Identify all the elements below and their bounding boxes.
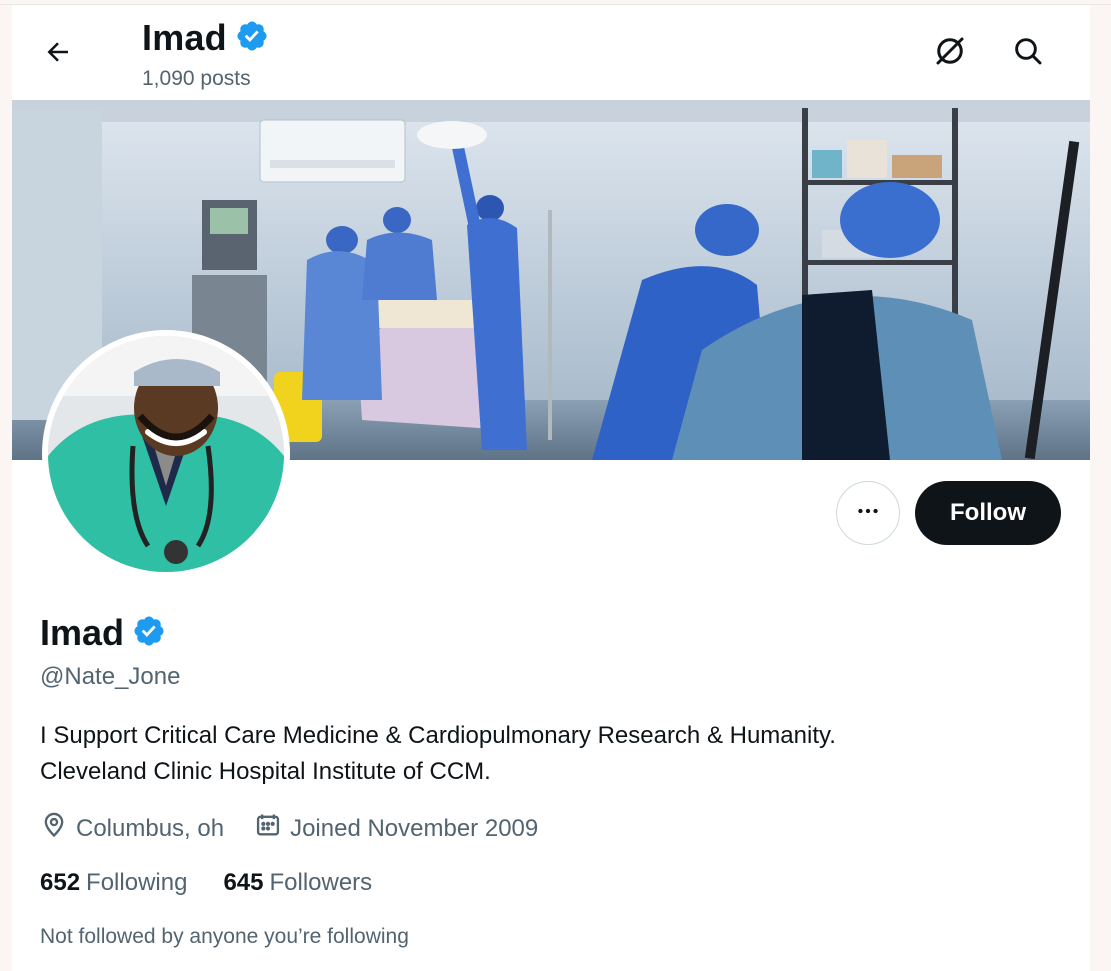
profile-name-row: Imad	[40, 612, 166, 654]
profile-stats: 652 Following 645 Followers	[40, 869, 408, 897]
avatar[interactable]	[42, 330, 290, 578]
header-title: Imad	[142, 17, 269, 59]
bio-line-2: Cleveland Clinic Hospital Institute of C…	[40, 758, 491, 785]
search-button[interactable]	[1004, 29, 1052, 77]
more-options-button[interactable]	[836, 481, 900, 545]
profile-location: Columbus, oh	[40, 811, 224, 846]
follow-button[interactable]: Follow	[915, 481, 1061, 545]
profile-bio: I Support Critical Care Medicine & Cardi…	[40, 718, 1040, 790]
more-horizontal-icon	[855, 498, 881, 529]
header-post-count: 1,090 posts	[142, 67, 251, 90]
profile-joined: Joined November 2009	[254, 811, 538, 846]
search-icon	[1012, 35, 1044, 72]
profile-page: Imad 1,090 posts Follow Imad @Nate_Jone …	[12, 5, 1090, 971]
following-link[interactable]: 652 Following	[40, 869, 187, 897]
profile-meta: Columbus, oh Joined November 2009	[40, 811, 568, 846]
subscribe-button[interactable]	[926, 29, 974, 77]
location-pin-icon	[40, 811, 68, 846]
calendar-icon	[254, 811, 282, 846]
no-notifications-icon	[932, 33, 968, 74]
bio-line-1: I Support Critical Care Medicine & Cardi…	[40, 722, 836, 749]
profile-handle: @Nate_Jone	[40, 663, 181, 690]
mutuals-note: Not followed by anyone you’re following	[40, 925, 409, 948]
location-text: Columbus, oh	[76, 814, 225, 842]
header-name: Imad	[142, 17, 227, 58]
back-button[interactable]	[34, 30, 82, 78]
profile-name: Imad	[40, 612, 125, 653]
arrow-left-icon	[43, 37, 73, 72]
verified-badge-icon[interactable]	[132, 614, 166, 653]
verified-badge-icon	[235, 19, 269, 58]
followers-label: Followers	[269, 869, 373, 896]
avatar-image	[48, 336, 284, 572]
followers-link[interactable]: 645 Followers	[223, 869, 372, 897]
followers-count: 645	[223, 869, 264, 896]
profile-header: Imad 1,090 posts	[12, 5, 1090, 100]
following-count: 652	[40, 869, 81, 896]
joined-text: Joined November 2009	[290, 814, 539, 842]
following-label: Following	[86, 869, 188, 896]
